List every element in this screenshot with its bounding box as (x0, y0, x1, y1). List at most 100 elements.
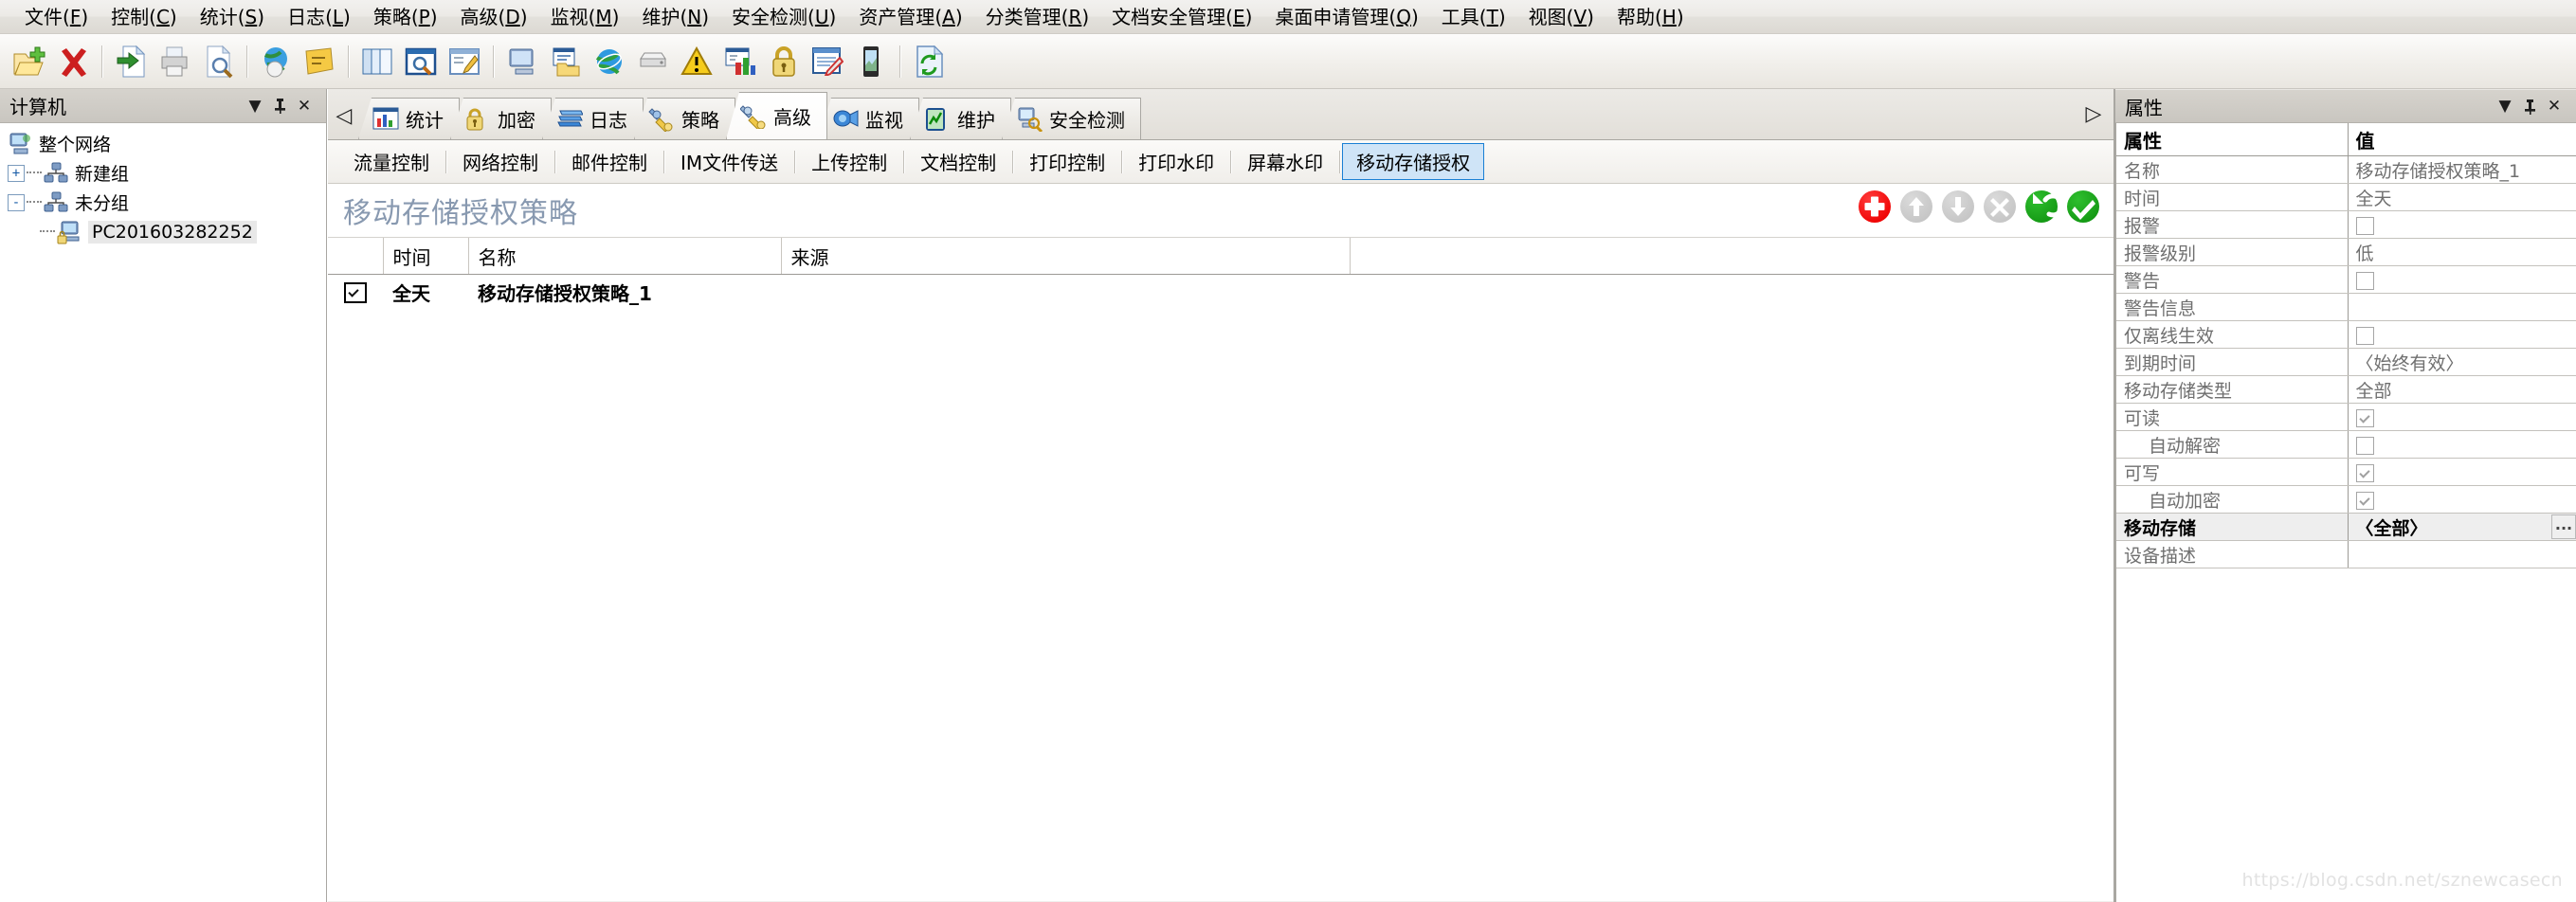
chevron-down-icon[interactable]: ▼ (2493, 94, 2517, 118)
row-checkbox-cell[interactable] (328, 275, 383, 310)
apply-button[interactable] (2066, 189, 2100, 224)
property-checkbox[interactable] (2355, 464, 2374, 482)
property-value-cell[interactable]: ... 〈全部〉 (2348, 513, 2576, 541)
sub-tab-上传控制[interactable]: 上传控制 (797, 143, 901, 180)
search-window-icon[interactable] (399, 40, 443, 83)
export-document-icon[interactable] (109, 40, 153, 83)
properties-column-key[interactable]: 属性 (2116, 123, 2349, 156)
menu-item-8[interactable]: 维护(N) (630, 2, 720, 32)
property-checkbox[interactable] (2355, 437, 2374, 455)
tree-node-new-group[interactable]: + 新建组 (4, 158, 326, 188)
pin-icon[interactable] (2517, 94, 2542, 118)
menu-item-6[interactable]: 高级(D) (449, 2, 539, 32)
property-value-cell[interactable]: 移动存储授权策略_1 (2348, 155, 2576, 184)
close-icon[interactable]: ✕ (292, 94, 317, 118)
property-value-cell[interactable] (2348, 485, 2576, 514)
table-row[interactable]: 全天 移动存储授权策略_1 (328, 275, 2113, 310)
pin-icon[interactable] (267, 94, 292, 118)
note-icon[interactable] (298, 40, 341, 83)
property-row-到期时间[interactable]: 到期时间 〈始终有效〉 (2116, 348, 2576, 376)
menu-item-2[interactable]: 控制(C) (100, 2, 189, 32)
property-row-可写[interactable]: 可写 (2116, 458, 2576, 486)
property-value-cell[interactable]: 全部 (2348, 375, 2576, 404)
tab-策略[interactable]: 策略 (634, 98, 735, 139)
tab-加密[interactable]: 加密 (450, 98, 552, 139)
globe-mouse-icon[interactable] (254, 40, 298, 83)
property-row-移动存储类型[interactable]: 移动存储类型 全部 (2116, 375, 2576, 404)
menu-item-5[interactable]: 策略(P) (362, 2, 449, 32)
property-value-cell[interactable] (2348, 403, 2576, 431)
property-row-时间[interactable]: 时间 全天 (2116, 183, 2576, 211)
tab-高级[interactable]: 高级 (726, 92, 827, 139)
menu-item-3[interactable]: 统计(S) (189, 2, 276, 32)
internet-icon[interactable] (588, 40, 631, 83)
menu-item-16[interactable]: 帮助(H) (1605, 2, 1696, 32)
print-icon[interactable] (153, 40, 196, 83)
sub-tab-流量控制[interactable]: 流量控制 (339, 143, 444, 180)
column-header-select[interactable] (328, 238, 384, 275)
menu-item-14[interactable]: 工具(T) (1430, 2, 1517, 32)
menu-item-4[interactable]: 日志(L) (276, 2, 362, 32)
property-checkbox[interactable] (2355, 217, 2374, 235)
sub-tab-打印水印[interactable]: 打印水印 (1124, 143, 1228, 180)
move-up-button[interactable] (1899, 189, 1933, 224)
property-row-报警[interactable]: 报警 (2116, 210, 2576, 239)
property-row-警告[interactable]: 警告 (2116, 265, 2576, 294)
property-picker-button[interactable]: ... (2551, 514, 2576, 539)
property-row-自动加密[interactable]: 自动加密 (2116, 485, 2576, 514)
tree-node-computer[interactable]: PC201603282252 (4, 217, 326, 246)
tab-scroll-left-icon[interactable]: ◁ (330, 92, 358, 139)
property-value-cell[interactable] (2348, 265, 2576, 294)
tab-scroll-right-icon[interactable]: ▷ (2079, 90, 2108, 137)
property-value-cell[interactable]: 低 (2348, 238, 2576, 266)
row-checkbox[interactable] (344, 282, 367, 304)
menu-item-1[interactable]: 文件(F) (13, 2, 100, 32)
property-row-自动解密[interactable]: 自动解密 (2116, 430, 2576, 459)
sub-tab-移动存储授权[interactable]: 移动存储授权 (1342, 143, 1485, 180)
sub-tab-屏幕水印[interactable]: 屏幕水印 (1233, 143, 1337, 180)
delete-button[interactable] (1983, 189, 2017, 224)
property-value-cell[interactable] (2348, 210, 2576, 239)
property-value-cell[interactable]: 全天 (2348, 183, 2576, 211)
undo-button[interactable] (2024, 189, 2065, 224)
expander-minus-icon[interactable]: - (8, 193, 25, 211)
properties-column-value[interactable]: 值 (2348, 123, 2576, 156)
folder-report-icon[interactable] (544, 40, 588, 83)
sub-tab-文档控制[interactable]: 文档控制 (906, 143, 1010, 180)
warning-icon[interactable] (675, 40, 718, 83)
new-folder-icon[interactable] (8, 40, 51, 83)
property-value-cell[interactable] (2348, 293, 2576, 321)
menu-item-9[interactable]: 安全检测(U) (720, 2, 847, 32)
property-checkbox[interactable] (2355, 492, 2374, 510)
column-header-name[interactable]: 名称 (468, 238, 782, 275)
property-row-设备描述[interactable]: 设备描述 (2116, 540, 2576, 568)
property-row-警告信息[interactable]: 警告信息 (2116, 293, 2576, 321)
property-row-仅离线生效[interactable]: 仅离线生效 (2116, 320, 2576, 349)
property-checkbox[interactable] (2355, 409, 2374, 427)
property-checkbox[interactable] (2355, 272, 2374, 290)
refresh-icon[interactable] (907, 40, 951, 83)
sub-tab-邮件控制[interactable]: 邮件控制 (557, 143, 662, 180)
menu-item-15[interactable]: 视图(V) (1517, 2, 1605, 32)
tab-日志[interactable]: 日志 (542, 98, 644, 139)
property-value-cell[interactable] (2348, 458, 2576, 486)
lock-icon[interactable] (762, 40, 806, 83)
tree-node-ungrouped[interactable]: - 未分组 (4, 188, 326, 217)
column-header-source[interactable]: 来源 (781, 238, 1351, 275)
sub-tab-打印控制[interactable]: 打印控制 (1015, 143, 1119, 180)
property-value-cell[interactable] (2348, 320, 2576, 349)
tab-安全检测[interactable]: 安全检测 (1002, 98, 1141, 139)
menu-item-12[interactable]: 文档安全管理(E) (1100, 2, 1263, 32)
device-icon[interactable] (631, 40, 675, 83)
tab-维护[interactable]: 维护 (910, 98, 1011, 139)
sub-tab-IM文件传送[interactable]: IM文件传送 (666, 143, 792, 180)
chevron-down-icon[interactable]: ▼ (243, 94, 267, 118)
menu-item-13[interactable]: 桌面申请管理(Q) (1263, 2, 1429, 32)
property-row-移动存储[interactable]: 移动存储... 〈全部〉 (2116, 513, 2576, 541)
tree-node-root[interactable]: 整个网络 (4, 129, 326, 158)
add-button[interactable] (1858, 189, 1892, 224)
print-preview-icon[interactable] (196, 40, 240, 83)
expander-plus-icon[interactable]: + (8, 164, 25, 182)
close-icon[interactable]: ✕ (2542, 94, 2567, 118)
column-header-time[interactable]: 时间 (383, 238, 469, 275)
